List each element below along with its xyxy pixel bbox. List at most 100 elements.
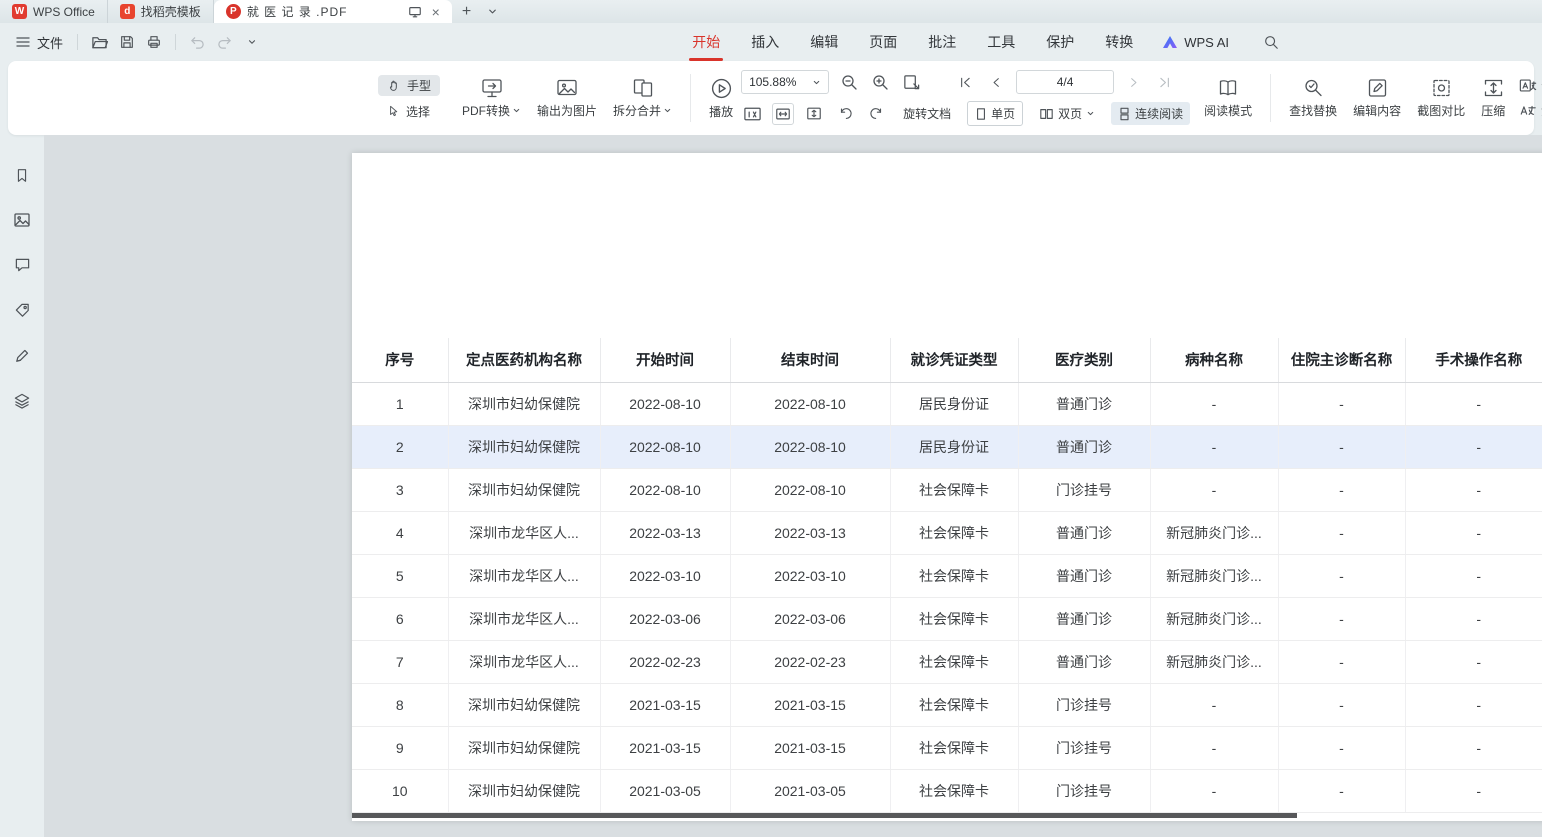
find-replace-icon (1302, 77, 1325, 99)
find-replace-button[interactable]: 查找替换 (1281, 77, 1345, 119)
layout-row: 旋转文档 单页 双页 连续阅读 (741, 101, 1190, 126)
zoom-out-button[interactable] (838, 71, 860, 93)
table-cell: 普通门诊 (1018, 382, 1150, 425)
ribbon-tab-insert[interactable]: 插入 (750, 23, 780, 61)
pointer-tools: 手型 选择 (378, 75, 440, 122)
pdf-page: 序号定点医药机构名称开始时间结束时间就诊凭证类型医疗类别病种名称住院主诊断名称手… (352, 153, 1542, 821)
ribbon-tab-convert[interactable]: 转换 (1104, 23, 1134, 61)
screenshot-compare-icon (1430, 77, 1453, 99)
double-page-label: 双页 (1058, 105, 1082, 122)
table-cell: 2021-03-15 (600, 726, 730, 769)
table-cell: - (1278, 468, 1405, 511)
rotate-left-button[interactable] (834, 103, 856, 125)
hand-tool-button[interactable]: 手型 (378, 75, 440, 96)
compress-button[interactable]: 压缩 (1473, 77, 1513, 119)
bookmark-icon[interactable] (10, 163, 34, 187)
next-page-button[interactable] (1123, 71, 1145, 93)
layers-icon[interactable] (10, 388, 34, 412)
select-tool-label: 选择 (406, 103, 430, 120)
single-page-button[interactable]: 单页 (967, 101, 1023, 126)
last-page-button[interactable] (1154, 71, 1176, 93)
double-page-icon (1039, 107, 1054, 121)
table-cell: 2021-03-15 (730, 683, 890, 726)
file-menu-button[interactable]: 文件 (10, 29, 69, 56)
double-page-button[interactable]: 双页 (1032, 102, 1102, 125)
split-merge-label: 拆分合并 (613, 102, 661, 119)
close-tab-icon[interactable]: × (428, 4, 444, 20)
horizontal-scrollbar[interactable] (352, 813, 1297, 818)
word-translate-button[interactable]: 划词翻译 (1519, 102, 1542, 119)
continuous-read-label: 连续阅读 (1135, 105, 1183, 122)
actual-size-button[interactable] (741, 103, 763, 125)
wps-ai-button[interactable]: WPS AI (1162, 35, 1229, 50)
table-cell: - (1278, 726, 1405, 769)
previous-page-button[interactable] (985, 71, 1007, 93)
main-area: 序号定点医药机构名称开始时间结束时间就诊凭证类型医疗类别病种名称住院主诊断名称手… (0, 135, 1542, 837)
rotate-document-button[interactable]: 旋转文档 (896, 102, 958, 125)
history-chevron-icon[interactable] (238, 30, 265, 54)
ribbon-tab-protect[interactable]: 保护 (1045, 23, 1075, 61)
play-icon (710, 77, 733, 100)
table-header-cell: 病种名称 (1150, 338, 1278, 382)
continuous-read-button[interactable]: 连续阅读 (1111, 102, 1190, 125)
ribbon-tab-page[interactable]: 页面 (868, 23, 898, 61)
read-mode-button[interactable]: 阅读模式 (1196, 77, 1260, 119)
zoom-level-select[interactable]: 105.88% (741, 70, 829, 94)
open-file-button[interactable] (86, 30, 113, 54)
rotate-right-button[interactable] (865, 103, 887, 125)
select-tool-button[interactable]: 选择 (378, 101, 440, 122)
page-indicator-input[interactable]: 4/4 (1016, 70, 1114, 94)
edit-content-button[interactable]: 编辑内容 (1345, 77, 1409, 119)
export-image-icon (555, 77, 579, 99)
tab-docer-templates[interactable]: d 找稻壳模板 (108, 0, 214, 23)
table-header-row: 序号定点医药机构名称开始时间结束时间就诊凭证类型医疗类别病种名称住院主诊断名称手… (352, 338, 1542, 382)
monitor-icon[interactable] (408, 5, 422, 19)
undo-button[interactable] (184, 30, 211, 54)
fit-width-button[interactable] (772, 103, 794, 125)
table-cell: - (1405, 769, 1542, 812)
ribbon-tab-home[interactable]: 开始 (691, 23, 721, 61)
ribbon-tab-tools[interactable]: 工具 (986, 23, 1016, 61)
search-button[interactable] (1257, 30, 1284, 54)
tab-document-pdf[interactable]: P 就 医 记 录 .PDF × (214, 0, 452, 23)
save-button[interactable] (113, 30, 140, 54)
split-merge-button[interactable]: 拆分合并 (605, 77, 680, 119)
tab-list-chevron-icon[interactable] (481, 0, 504, 23)
ribbon-tab-edit[interactable]: 编辑 (809, 23, 839, 61)
pdf-convert-button[interactable]: PDF转换 (454, 77, 529, 119)
full-translate-button[interactable]: 全文翻译 (1519, 77, 1542, 94)
table-cell: 5 (352, 554, 448, 597)
book-icon (1216, 77, 1240, 99)
document-canvas[interactable]: 序号定点医药机构名称开始时间结束时间就诊凭证类型医疗类别病种名称住院主诊断名称手… (44, 135, 1542, 837)
print-button[interactable] (140, 30, 167, 54)
first-page-button[interactable] (954, 71, 976, 93)
rotate-right-icon (868, 106, 885, 122)
table-cell: 2021-03-05 (730, 769, 890, 812)
table-header-cell: 序号 (352, 338, 448, 382)
tag-icon[interactable] (10, 298, 34, 322)
export-image-button[interactable]: 输出为图片 (529, 77, 605, 119)
new-tab-button[interactable]: + (452, 0, 481, 23)
table-cell: - (1150, 382, 1278, 425)
table-row: 10深圳市妇幼保健院2021-03-052021-03-05社会保障卡门诊挂号-… (352, 769, 1542, 812)
thumbnail-icon[interactable] (10, 208, 34, 232)
play-button[interactable]: 播放 (701, 77, 741, 120)
table-row: 3深圳市妇幼保健院2022-08-102022-08-10社会保障卡门诊挂号--… (352, 468, 1542, 511)
signature-icon[interactable] (10, 343, 34, 367)
snapshot-button[interactable] (900, 71, 922, 93)
medical-record-table-wrap: 序号定点医药机构名称开始时间结束时间就诊凭证类型医疗类别病种名称住院主诊断名称手… (352, 338, 1542, 818)
table-cell: 门诊挂号 (1018, 769, 1150, 812)
fit-page-button[interactable] (803, 103, 825, 125)
rotate-document-label: 旋转文档 (903, 105, 951, 122)
ribbon-tab-comment[interactable]: 批注 (927, 23, 957, 61)
window-tab-bar: W WPS Office d 找稻壳模板 P 就 医 记 录 .PDF × + (0, 0, 1542, 23)
zoom-in-icon (871, 73, 889, 91)
zoom-in-button[interactable] (869, 71, 891, 93)
tab-wps-office[interactable]: W WPS Office (0, 0, 108, 23)
screenshot-compare-button[interactable]: 截图对比 (1409, 77, 1473, 119)
full-translate-icon (1519, 78, 1537, 93)
comment-icon[interactable] (10, 253, 34, 277)
redo-button[interactable] (211, 30, 238, 54)
table-cell: 2022-03-06 (730, 597, 890, 640)
table-cell: 社会保障卡 (890, 683, 1018, 726)
